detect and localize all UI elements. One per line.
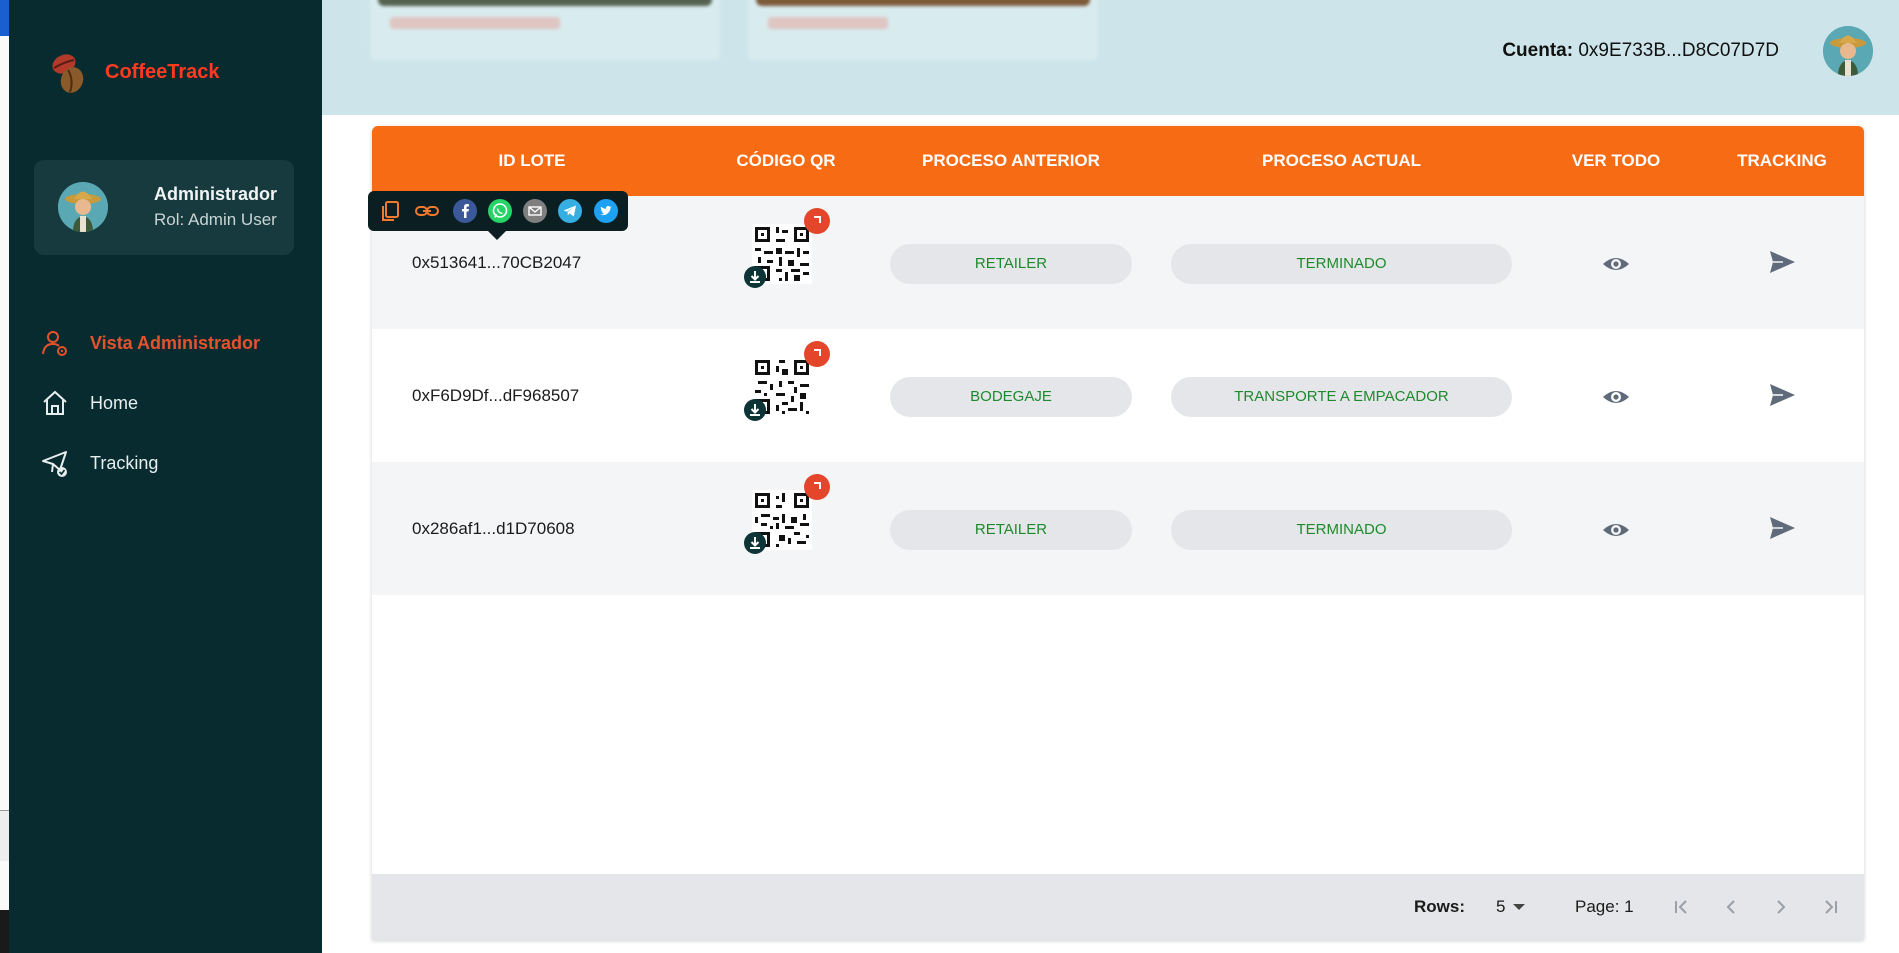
qr-code-cell (744, 208, 830, 300)
whatsapp-icon[interactable] (487, 198, 513, 224)
coffee-bean-icon (52, 54, 84, 93)
eye-icon (1603, 258, 1629, 270)
facebook-icon[interactable] (452, 198, 478, 224)
window-edge (0, 0, 9, 953)
tracking-button[interactable] (1766, 379, 1798, 411)
previous-page-icon[interactable] (1718, 894, 1744, 920)
column-header-codigo-qr: CÓDIGO QR (736, 151, 836, 170)
table-pagination: Rows: 5 Page: 1 (372, 874, 1864, 940)
sidebar-item-label: Vista Administrador (90, 332, 261, 353)
account-address: 0x9E733B...D8C07D7D (1578, 40, 1779, 61)
lot-id: 0x286af1...d1D70608 (412, 519, 575, 538)
window-edge-dark (0, 910, 9, 953)
next-page-icon[interactable] (1768, 894, 1794, 920)
share-toolbar (368, 191, 628, 240)
share-qr-button[interactable] (804, 474, 830, 500)
lot-id: 0xF6D9Df...dF968507 (412, 386, 580, 405)
first-page-icon[interactable] (1668, 894, 1694, 920)
paper-plane-check-icon (42, 451, 67, 477)
expand-corner-icon (814, 216, 821, 223)
account-info: Cuenta: 0x9E733B...D8C07D7D (1502, 40, 1779, 62)
main-content: Cuenta: 0x9E733B...D8C07D7D ID LOTE CÓDI… (322, 0, 1899, 953)
send-icon (1770, 384, 1795, 406)
last-page-icon[interactable] (1818, 894, 1844, 920)
view-all-button[interactable] (1600, 248, 1632, 280)
eye-icon (1603, 524, 1629, 536)
column-header-tracking: TRACKING (1737, 151, 1827, 170)
sidebar-item-label: Home (90, 392, 139, 413)
account-label: Cuenta: (1502, 40, 1574, 61)
blurred-card (370, 0, 720, 60)
lots-table: ID LOTE CÓDIGO QR PROCESO ANTERIOR PROCE… (368, 126, 1864, 940)
sidebar-item-label: Tracking (90, 452, 159, 473)
download-qr-button[interactable] (744, 532, 766, 554)
farmer-avatar-icon (1823, 26, 1873, 76)
column-header-proceso-actual: PROCESO ACTUAL (1262, 151, 1421, 170)
tracking-button[interactable] (1766, 246, 1798, 278)
tracking-button[interactable] (1766, 512, 1798, 544)
blurred-card-image (756, 0, 1090, 6)
table-header: ID LOTE CÓDIGO QR PROCESO ANTERIOR PROCE… (372, 126, 1864, 196)
blurred-card (748, 0, 1098, 60)
status-badge: TERMINADO (1171, 244, 1512, 284)
download-icon (750, 404, 760, 416)
status-badge: RETAILER (890, 244, 1132, 284)
status-badge: TRANSPORTE A EMPACADOR (1171, 377, 1512, 417)
avatar (58, 182, 108, 232)
qr-code-cell (744, 341, 830, 433)
status-badge: TERMINADO (1171, 510, 1512, 550)
send-icon (1770, 251, 1795, 273)
rows-per-page-select[interactable]: 5 (1496, 892, 1526, 922)
column-header-ver-todo: VER TODO (1571, 151, 1661, 170)
user-role: Rol: Admin User (154, 210, 277, 229)
qr-code-cell (744, 474, 830, 566)
eye-icon (1603, 391, 1629, 403)
email-icon[interactable] (522, 198, 548, 224)
link-icon[interactable] (414, 198, 440, 224)
download-qr-button[interactable] (744, 266, 766, 288)
sidebar-item-vista-administrador[interactable]: Vista Administrador (40, 328, 260, 358)
expand-corner-icon (814, 349, 821, 356)
column-header-id-lote: ID LOTE (498, 151, 566, 170)
avatar[interactable] (1823, 26, 1873, 76)
copy-icon[interactable] (377, 198, 403, 224)
window-edge-accent (0, 0, 9, 36)
blurred-card-text (390, 17, 560, 29)
topbar: Cuenta: 0x9E733B...D8C07D7D (322, 0, 1899, 115)
download-icon (750, 537, 760, 549)
home-icon (43, 390, 67, 415)
status-badge: BODEGAJE (890, 377, 1132, 417)
status-badge: RETAILER (890, 510, 1132, 550)
view-all-button[interactable] (1600, 514, 1632, 546)
share-qr-button[interactable] (804, 208, 830, 234)
view-all-button[interactable] (1600, 381, 1632, 413)
table-row: 0xF6D9Df...dF968507 BODEGAJE TRANSPORTE … (372, 329, 1864, 462)
table-row: 0x286af1...d1D70608 RETAILER TERMINADO (372, 462, 1864, 595)
blurred-card-image (378, 0, 712, 6)
telegram-icon[interactable] (557, 198, 583, 224)
user-card: Administrador Rol: Admin User (34, 160, 294, 255)
sidebar: CoffeeTrack Administrador Rol: Admin Use… (9, 0, 322, 953)
share-toolbar-arrow (488, 231, 506, 240)
download-icon (750, 271, 760, 283)
rows-label: Rows: (1414, 897, 1465, 916)
column-header-proceso-anterior: PROCESO ANTERIOR (922, 151, 1100, 170)
farmer-avatar-icon (58, 182, 108, 232)
download-qr-button[interactable] (744, 399, 766, 421)
brand[interactable]: CoffeeTrack (44, 48, 220, 96)
chevron-down-icon (1513, 904, 1526, 910)
page-indicator: Page: 1 (1575, 897, 1634, 916)
window-edge-panel (0, 810, 9, 861)
user-name: Administrador (154, 184, 278, 204)
admin-gear-icon (42, 331, 67, 356)
twitter-icon[interactable] (593, 198, 619, 224)
sidebar-item-tracking[interactable]: Tracking (40, 448, 158, 478)
share-qr-button[interactable] (804, 341, 830, 367)
sidebar-item-home[interactable]: Home (40, 388, 138, 418)
send-icon (1770, 517, 1795, 539)
rows-per-page-value: 5 (1496, 897, 1506, 916)
blurred-card-text (768, 17, 888, 29)
expand-corner-icon (814, 482, 821, 489)
brand-name: CoffeeTrack (105, 60, 220, 83)
